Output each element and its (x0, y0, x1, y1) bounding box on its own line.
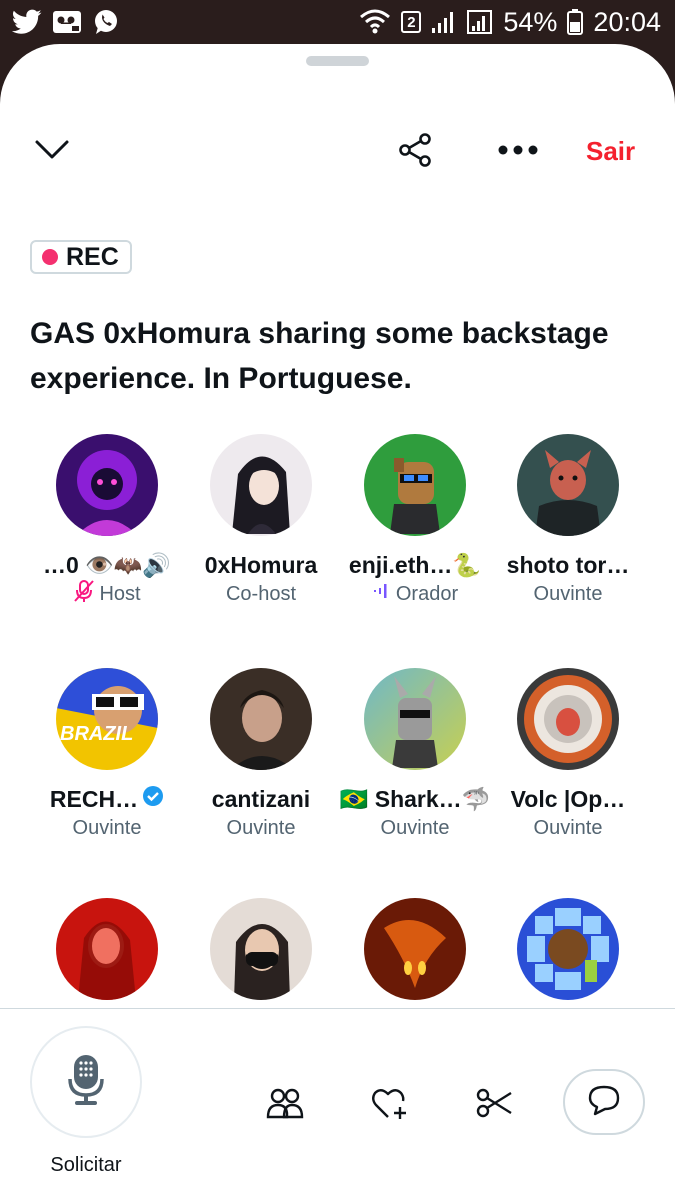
participant-name: RECH… (30, 784, 184, 814)
rec-dot-icon (42, 249, 58, 265)
share-icon[interactable] (394, 130, 436, 170)
participant-listener[interactable]: Volc |Op… Ouvinte (491, 668, 645, 842)
exit-button[interactable]: Sair (586, 136, 635, 167)
avatar (364, 434, 466, 536)
participant-listener[interactable] (184, 898, 338, 1000)
mic-icon (66, 1053, 106, 1112)
participant-listener[interactable]: shoto tor… Ouvinte (491, 434, 645, 608)
participant-listener[interactable]: BRAZIL RECH… Ouvinte (30, 668, 184, 842)
participant-role-row: Co-host (184, 580, 338, 608)
participant-host[interactable]: …0 👁️🦇🔊 Host (30, 434, 184, 608)
avatar (56, 898, 158, 1000)
rec-label: REC (66, 242, 119, 271)
participant-listener[interactable] (338, 898, 492, 1000)
request-mic-button[interactable] (30, 1026, 142, 1138)
participant-name-text: RECH… (49, 785, 139, 812)
battery-percent: 54% (503, 6, 558, 37)
space-sheet: Sair REC GAS 0xHomura sharing some backs… (0, 44, 675, 1200)
chevron-down-icon[interactable] (30, 132, 74, 168)
battery-icon (567, 9, 584, 35)
footer-divider (0, 1008, 675, 1009)
participant-name: enji.eth…🐍 (348, 551, 482, 578)
avatar (364, 898, 466, 1000)
participant-role: Ouvinte (533, 816, 603, 839)
participant-role: Host (99, 582, 141, 605)
participant-role: Ouvinte (72, 816, 142, 839)
svg-text:BRAZIL: BRAZIL (60, 723, 133, 745)
people-icon[interactable] (264, 1085, 306, 1121)
participant-name: Volc |Op… (510, 785, 626, 812)
twitter-icon (12, 9, 42, 35)
avatar (517, 898, 619, 1000)
verified-icon (142, 785, 164, 813)
participant-name: 🇧🇷 Shark…🦈 (339, 785, 491, 812)
participant-role: Ouvinte (226, 816, 296, 839)
request-mic-label: Solicitar (50, 1154, 122, 1176)
avatar (517, 668, 619, 770)
status-bar: 2 54% 20:04 (0, 0, 675, 44)
participant-role: Ouvinte (533, 582, 603, 605)
heart-plus-icon[interactable] (369, 1085, 411, 1123)
participant-role: Co-host (225, 582, 297, 605)
participant-role: Ouvinte (380, 816, 450, 839)
whatsapp-icon (92, 8, 120, 36)
participant-listener[interactable] (30, 898, 184, 1000)
avatar (517, 434, 619, 536)
participant-name: shoto tor… (506, 551, 630, 578)
participant-name: cantizani (211, 785, 311, 812)
participant-role-row: Ouvinte (491, 580, 645, 608)
participant-cohost[interactable]: 0xHomura Co-host (184, 434, 338, 608)
avatar (210, 668, 312, 770)
status-bar-right: 2 54% 20:04 (359, 7, 661, 38)
participant-role-row: Ouvinte (30, 814, 184, 842)
clock: 20:04 (593, 6, 661, 37)
participant-role-row: Host (30, 580, 184, 608)
rec-badge: REC (30, 240, 132, 274)
avatar (210, 434, 312, 536)
comment-button[interactable] (563, 1069, 645, 1135)
signal-icon (467, 10, 493, 34)
wifi-badge: 2 (401, 11, 422, 33)
wifi-icon (359, 9, 391, 35)
participant-role-row: Ouvinte (184, 814, 338, 842)
participant-listener[interactable] (491, 898, 645, 1000)
signal-icon (431, 10, 457, 34)
mic-muted-icon (73, 579, 95, 609)
voicemail-icon (52, 10, 82, 34)
comment-icon (587, 1084, 621, 1121)
drag-handle[interactable] (306, 56, 369, 66)
avatar (364, 668, 466, 770)
status-bar-left (12, 8, 120, 36)
participant-listener[interactable]: cantizani Ouvinte (184, 668, 338, 842)
participant-speaker[interactable]: enji.eth…🐍 Orador (338, 434, 492, 608)
participant-role: Orador (395, 582, 459, 605)
participant-name: 0xHomura (204, 551, 318, 578)
space-title: GAS 0xHomura sharing some backstage expe… (30, 317, 609, 395)
scissors-icon[interactable] (474, 1085, 516, 1121)
participant-name: …0 👁️🦇🔊 (42, 551, 172, 578)
more-icon[interactable] (496, 138, 540, 162)
avatar: BRAZIL (56, 668, 158, 770)
participant-listener[interactable]: 🇧🇷 Shark…🦈 Ouvinte (338, 668, 492, 842)
avatar (56, 434, 158, 536)
participant-role-row: Ouvinte (338, 814, 492, 842)
avatar (210, 898, 312, 1000)
participant-role-row: Orador (338, 580, 492, 608)
speaking-icon (372, 581, 392, 607)
participant-role-row: Ouvinte (491, 814, 645, 842)
